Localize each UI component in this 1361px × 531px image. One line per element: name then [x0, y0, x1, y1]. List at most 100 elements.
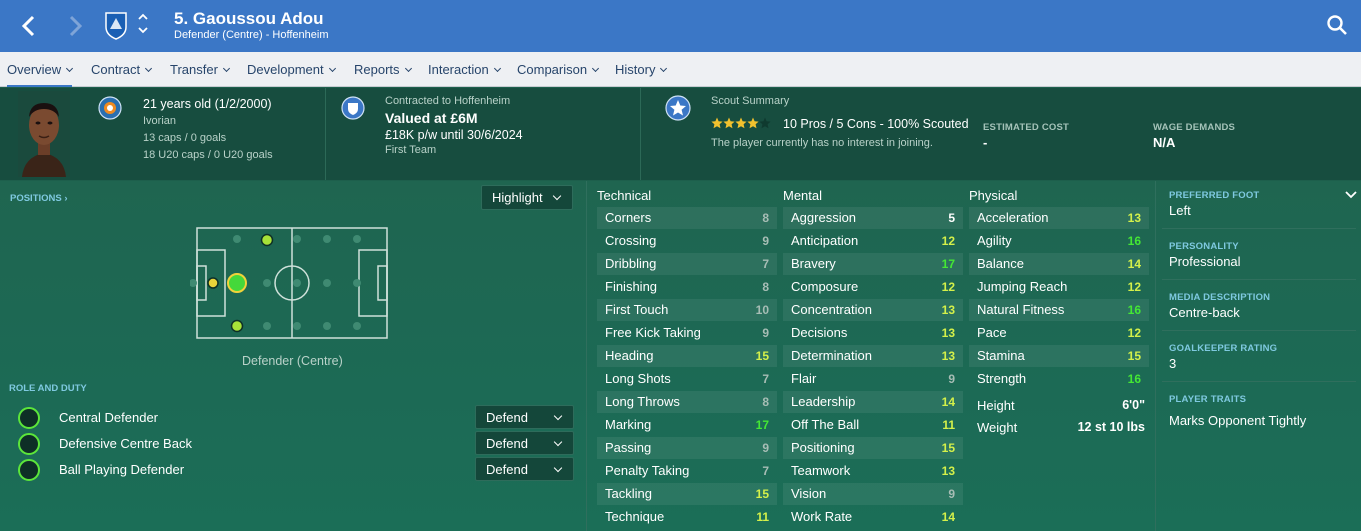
attribute-value: 13 — [941, 464, 955, 478]
tab-history[interactable]: History — [615, 52, 668, 87]
player-age: 21 years old (1/2/2000) — [143, 97, 272, 111]
divider — [640, 88, 641, 180]
attribute-name: Crossing — [605, 233, 657, 248]
tab-reports[interactable]: Reports — [354, 52, 412, 87]
attribute-value: 12 — [941, 234, 955, 248]
media-description-label: MEDIA DESCRIPTION — [1169, 292, 1271, 303]
attribute-row[interactable]: Teamwork 13 — [783, 460, 963, 482]
weight-value: 12 st 10 lbs — [1077, 420, 1145, 434]
position-dot-dc-lower — [230, 319, 244, 333]
attribute-row[interactable]: Stamina 15 — [969, 345, 1149, 367]
tab-development[interactable]: Development — [247, 52, 336, 87]
attribute-row[interactable]: Determination 13 — [783, 345, 963, 367]
attribute-row[interactable]: Aggression 5 — [783, 207, 963, 229]
tab-transfer[interactable]: Transfer — [170, 52, 230, 87]
player-trait: Marks Opponent Tightly — [1169, 413, 1307, 428]
height-value: 6'0" — [1122, 398, 1145, 412]
player-photo — [18, 91, 70, 177]
attribute-value: 13 — [1127, 211, 1141, 225]
tab-comparison[interactable]: Comparison — [517, 52, 600, 87]
attribute-row[interactable]: Penalty Taking 7 — [597, 460, 777, 482]
attribute-row[interactable]: Work Rate 14 — [783, 506, 963, 528]
divider — [586, 181, 587, 531]
club-crest-icon[interactable] — [103, 10, 129, 40]
duty-dropdown[interactable]: Defend — [475, 457, 574, 481]
scout-pros-cons: 10 Pros / 5 Cons - 100% Scouted — [783, 117, 969, 131]
attribute-value: 9 — [948, 487, 955, 501]
attribute-row[interactable]: Acceleration 13 — [969, 207, 1149, 229]
estimated-cost-value: - — [983, 135, 988, 150]
wage-demands-value: N/A — [1153, 135, 1176, 150]
technical-header: Technical — [597, 188, 652, 203]
back-arrow-icon[interactable] — [18, 14, 38, 38]
attribute-name: Finishing — [605, 279, 658, 294]
attribute-value: 16 — [1127, 234, 1141, 248]
forward-arrow-icon[interactable] — [66, 14, 86, 38]
attribute-row[interactable]: First Touch 10 — [597, 299, 777, 321]
attribute-name: Teamwork — [791, 463, 851, 478]
info-strip: 21 years old (1/2/2000) Ivorian 13 caps … — [0, 88, 1361, 180]
duty-dropdown[interactable]: Defend — [475, 405, 574, 429]
attribute-row[interactable]: Flair 9 — [783, 368, 963, 390]
tab-interaction[interactable]: Interaction — [428, 52, 501, 87]
attribute-value: 8 — [762, 395, 769, 409]
attribute-row[interactable]: Long Throws 8 — [597, 391, 777, 413]
attribute-row[interactable]: Passing 9 — [597, 437, 777, 459]
attribute-row[interactable]: Off The Ball 11 — [783, 414, 963, 436]
role-name: Defensive Centre Back — [59, 436, 192, 451]
attribute-row[interactable]: Long Shots 7 — [597, 368, 777, 390]
attribute-row[interactable]: Pace 12 — [969, 322, 1149, 344]
attribute-name: Vision — [791, 486, 827, 501]
attribute-name: Heading — [605, 348, 654, 363]
attribute-value: 13 — [941, 326, 955, 340]
attribute-row[interactable]: Strength 16 — [969, 368, 1149, 390]
attribute-row[interactable]: Technique 11 — [597, 506, 777, 528]
attribute-row[interactable]: Decisions 13 — [783, 322, 963, 344]
attribute-row[interactable]: Leadership 14 — [783, 391, 963, 413]
tab-overview[interactable]: Overview — [7, 52, 74, 87]
duty-dropdown[interactable]: Defend — [475, 431, 574, 455]
attribute-value: 12 — [1127, 326, 1141, 340]
attribute-value: 12 — [941, 280, 955, 294]
attribute-row[interactable]: Jumping Reach 12 — [969, 276, 1149, 298]
attribute-row[interactable]: Agility 16 — [969, 230, 1149, 252]
physical-header: Physical — [969, 188, 1018, 203]
attribute-row[interactable]: Balance 14 — [969, 253, 1149, 275]
attribute-row[interactable]: Vision 9 — [783, 483, 963, 505]
attribute-row[interactable]: Tackling 15 — [597, 483, 777, 505]
attribute-value: 8 — [762, 211, 769, 225]
attribute-row[interactable]: Anticipation 12 — [783, 230, 963, 252]
attribute-name: Agility — [977, 233, 1012, 248]
attribute-name: Determination — [791, 348, 872, 363]
role-rating-icon — [18, 407, 40, 429]
role-name: Central Defender — [59, 410, 158, 425]
wage-demands-label: WAGE DEMANDS — [1153, 122, 1236, 133]
tab-contract[interactable]: Contract — [91, 52, 153, 87]
attribute-row[interactable]: Marking 17 — [597, 414, 777, 436]
attribute-row[interactable]: Bravery 17 — [783, 253, 963, 275]
attribute-name: Leadership — [791, 394, 856, 409]
attribute-row[interactable]: Free Kick Taking 9 — [597, 322, 777, 344]
pitch-diagram — [190, 227, 388, 339]
divider — [1155, 181, 1156, 531]
personality-value: Professional — [1169, 254, 1241, 269]
role-duty-label: ROLE AND DUTY — [9, 383, 87, 394]
attribute-row[interactable]: Natural Fitness 16 — [969, 299, 1149, 321]
highlight-dropdown[interactable]: Highlight — [481, 185, 573, 210]
search-icon[interactable] — [1326, 14, 1348, 36]
switch-player-icon[interactable] — [136, 11, 150, 37]
attribute-row[interactable]: Concentration 13 — [783, 299, 963, 321]
attribute-row[interactable]: Composure 12 — [783, 276, 963, 298]
attribute-row[interactable]: Positioning 15 — [783, 437, 963, 459]
attribute-row[interactable]: Finishing 8 — [597, 276, 777, 298]
attribute-value: 11 — [942, 418, 955, 432]
attribute-name: Aggression — [791, 210, 857, 225]
attribute-row[interactable]: Heading 15 — [597, 345, 777, 367]
attribute-row[interactable]: Crossing 9 — [597, 230, 777, 252]
attribute-row[interactable]: Corners 8 — [597, 207, 777, 229]
chevron-down-icon[interactable] — [1344, 188, 1358, 202]
attribute-value: 7 — [762, 372, 769, 386]
positions-link[interactable]: POSITIONS › — [10, 193, 68, 204]
star-badge-icon — [665, 95, 691, 121]
attribute-row[interactable]: Dribbling 7 — [597, 253, 777, 275]
